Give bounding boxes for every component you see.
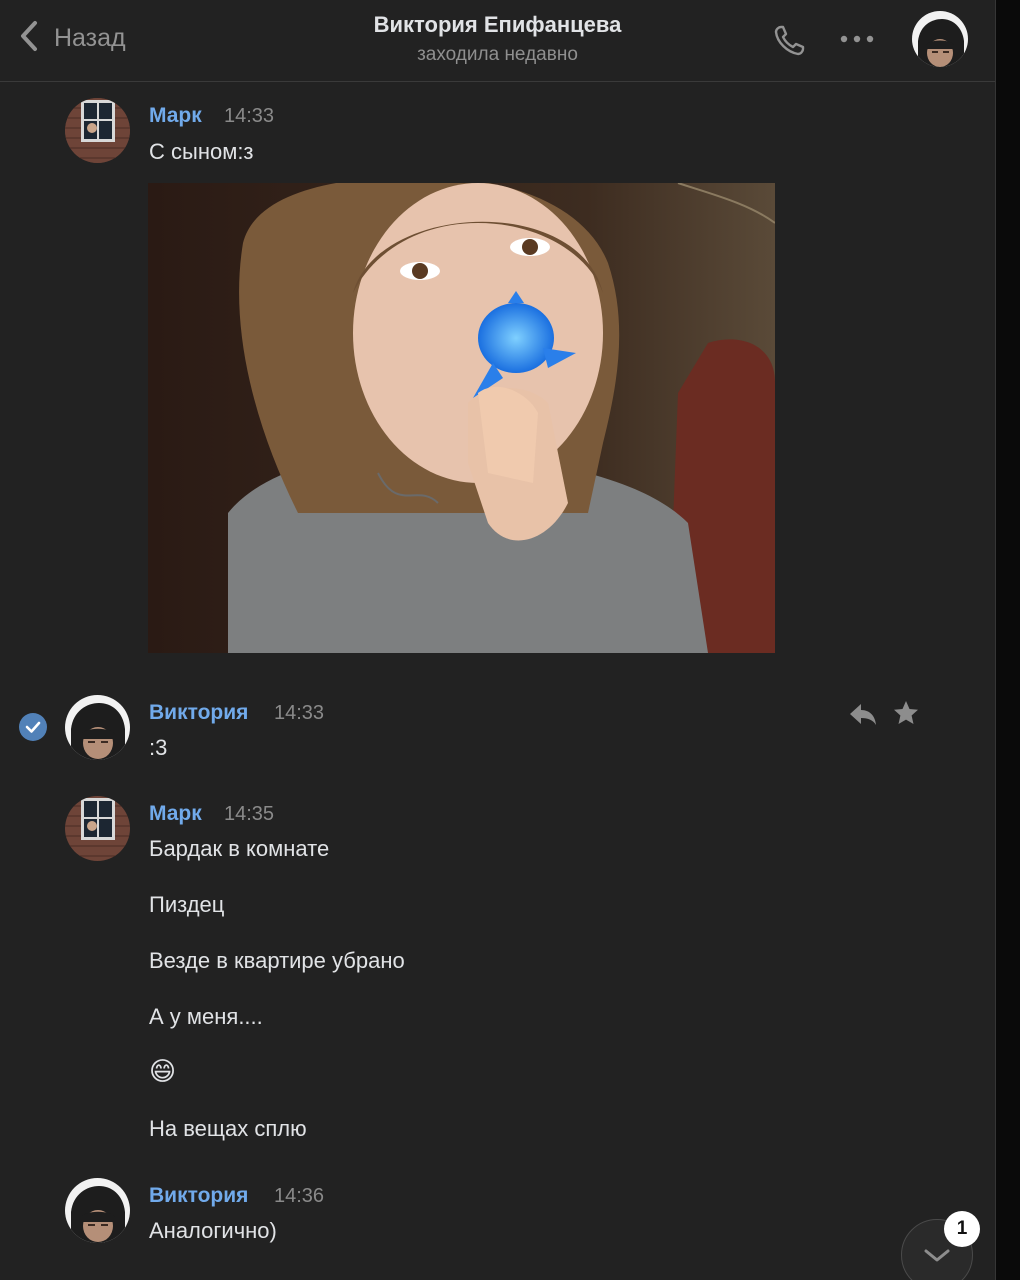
message-author[interactable]: Виктория bbox=[149, 1184, 248, 1208]
message-text: Аналогично) bbox=[149, 1218, 277, 1243]
message-group[interactable]: Виктория 14:36 Аналогично) bbox=[0, 0, 995, 1280]
unread-badge: 1 bbox=[944, 1211, 980, 1247]
avatar[interactable] bbox=[65, 1178, 130, 1243]
chevron-down-icon bbox=[923, 1248, 951, 1269]
chat-window: Назад Виктория Епифанцева заходила недав… bbox=[0, 0, 996, 1280]
message-time: 14:36 bbox=[274, 1185, 325, 1207]
